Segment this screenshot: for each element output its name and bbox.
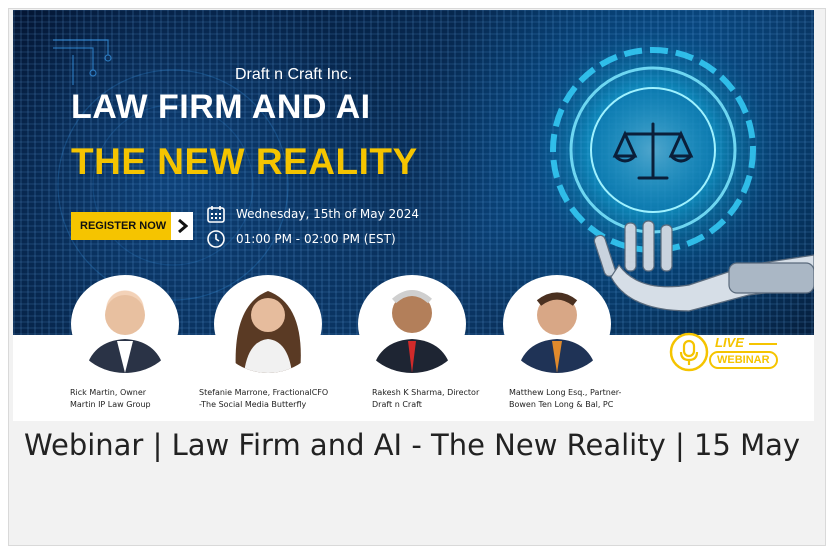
speaker-caption-3: Rakesh K Sharma, Director Draft n Craft [372,388,480,409]
chevron-right-icon [171,212,193,240]
event-time: 01:00 PM - 02:00 PM (EST) [236,232,396,246]
speaker-caption-4: Matthew Long Esq., Partner- Bowen Ten Lon… [509,388,622,409]
live-webinar-badge: LIVE WEBINAR [669,330,779,376]
register-now-button[interactable]: REGISTER NOW [71,212,193,240]
speaker-photo-3 [358,275,466,373]
event-date: Wednesday, 15th of May 2024 [236,207,420,221]
event-time-row: 01:00 PM - 02:00 PM (EST) [206,229,396,249]
register-now-label: REGISTER NOW [80,220,167,232]
live-label: LIVE [715,335,744,350]
webinar-banner-image[interactable]: Draft n Craft Inc. LAW FIRM AND AI THE N… [13,10,814,421]
banner-title-line1: LAW FIRM AND AI [71,88,371,126]
speaker-photo-2 [214,275,322,373]
robot-hand-icon [593,220,814,312]
clock-icon [207,230,225,248]
speaker-photo-1 [71,275,179,373]
event-date-row: Wednesday, 15th of May 2024 [206,204,419,224]
microphone-icon [669,332,709,372]
speaker-caption-1: Rick Martin, Owner Martin IP Law Group [70,388,151,409]
banner-title-line2: THE NEW REALITY [71,141,418,182]
speaker-caption-2: Stefanie Marrone, FractionalCFO -The Soci… [199,388,329,409]
company-name: Draft n Craft Inc. [235,66,353,83]
post-title-link[interactable]: Webinar | Law Firm and AI - The New Real… [24,425,804,465]
calendar-icon [207,206,225,223]
speaker-photo-4 [503,275,611,373]
webinar-label: WEBINAR [709,351,778,369]
scales-of-justice-icon [612,122,694,180]
